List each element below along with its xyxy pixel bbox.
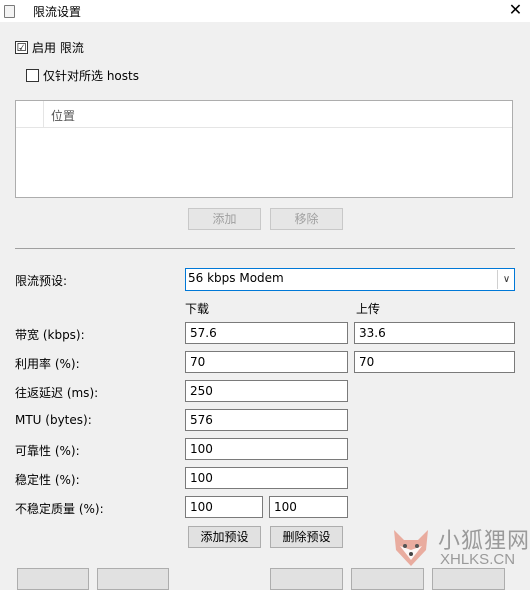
app-icon xyxy=(4,5,15,18)
utilization-upload-input[interactable]: 70 xyxy=(354,351,515,373)
preset-label: 限流预设: xyxy=(15,274,68,288)
rtt-label: 往返延迟 (ms): xyxy=(15,386,99,400)
bandwidth-download-input[interactable]: 57.6 xyxy=(185,322,348,344)
bottom-button-5[interactable] xyxy=(432,568,505,590)
selected-hosts-label[interactable]: 仅针对所选 hosts xyxy=(43,67,139,84)
reliability-input[interactable]: 100 xyxy=(185,438,348,460)
bandwidth-label: 带宽 (kbps): xyxy=(15,328,85,342)
enable-throttling-label[interactable]: 启用 限流 xyxy=(32,39,84,56)
watermark-en-text: XHLKS.CN xyxy=(440,551,516,568)
fox-logo-icon xyxy=(394,530,428,566)
column-header-location[interactable]: 位置 xyxy=(51,107,75,124)
upload-column-header: 上传 xyxy=(356,302,381,316)
stability-input[interactable]: 100 xyxy=(185,467,348,489)
download-column-header: 下载 xyxy=(185,302,210,316)
rtt-input[interactable]: 250 xyxy=(185,380,348,402)
unstable-quality-input-2[interactable]: 100 xyxy=(269,496,348,518)
bottom-button-2[interactable] xyxy=(97,568,169,590)
window-title: 限流设置 xyxy=(33,5,82,19)
hosts-list-header xyxy=(16,101,512,128)
utilization-label: 利用率 (%): xyxy=(15,357,80,371)
divider xyxy=(15,248,515,249)
enable-throttling-checkbox[interactable]: ☑ xyxy=(15,41,28,54)
bandwidth-upload-input[interactable]: 33.6 xyxy=(354,322,515,344)
chevron-down-icon[interactable]: ∨ xyxy=(497,270,515,289)
unstable-quality-label: 不稳定质量 (%): xyxy=(15,502,104,516)
close-icon[interactable]: ✕ xyxy=(501,0,530,22)
selected-hosts-checkbox[interactable] xyxy=(26,69,39,82)
mtu-label: MTU (bytes): xyxy=(15,413,92,427)
utilization-download-input[interactable]: 70 xyxy=(185,351,348,373)
add-preset-button[interactable]: 添加预设 xyxy=(188,526,261,548)
preset-selected-value[interactable]: 56 kbps Modem xyxy=(188,271,284,285)
reliability-label: 可靠性 (%): xyxy=(15,444,80,458)
column-separator xyxy=(43,101,44,128)
add-host-button[interactable]: 添加 xyxy=(188,208,261,230)
stability-label: 稳定性 (%): xyxy=(15,473,80,487)
mtu-input[interactable]: 576 xyxy=(185,409,348,431)
bottom-button-1[interactable] xyxy=(17,568,89,590)
bottom-button-3[interactable] xyxy=(270,568,343,590)
unstable-quality-input-1[interactable]: 100 xyxy=(185,496,263,518)
bottom-button-4[interactable] xyxy=(351,568,424,590)
delete-preset-button[interactable]: 删除预设 xyxy=(270,526,343,548)
remove-host-button[interactable]: 移除 xyxy=(270,208,343,230)
